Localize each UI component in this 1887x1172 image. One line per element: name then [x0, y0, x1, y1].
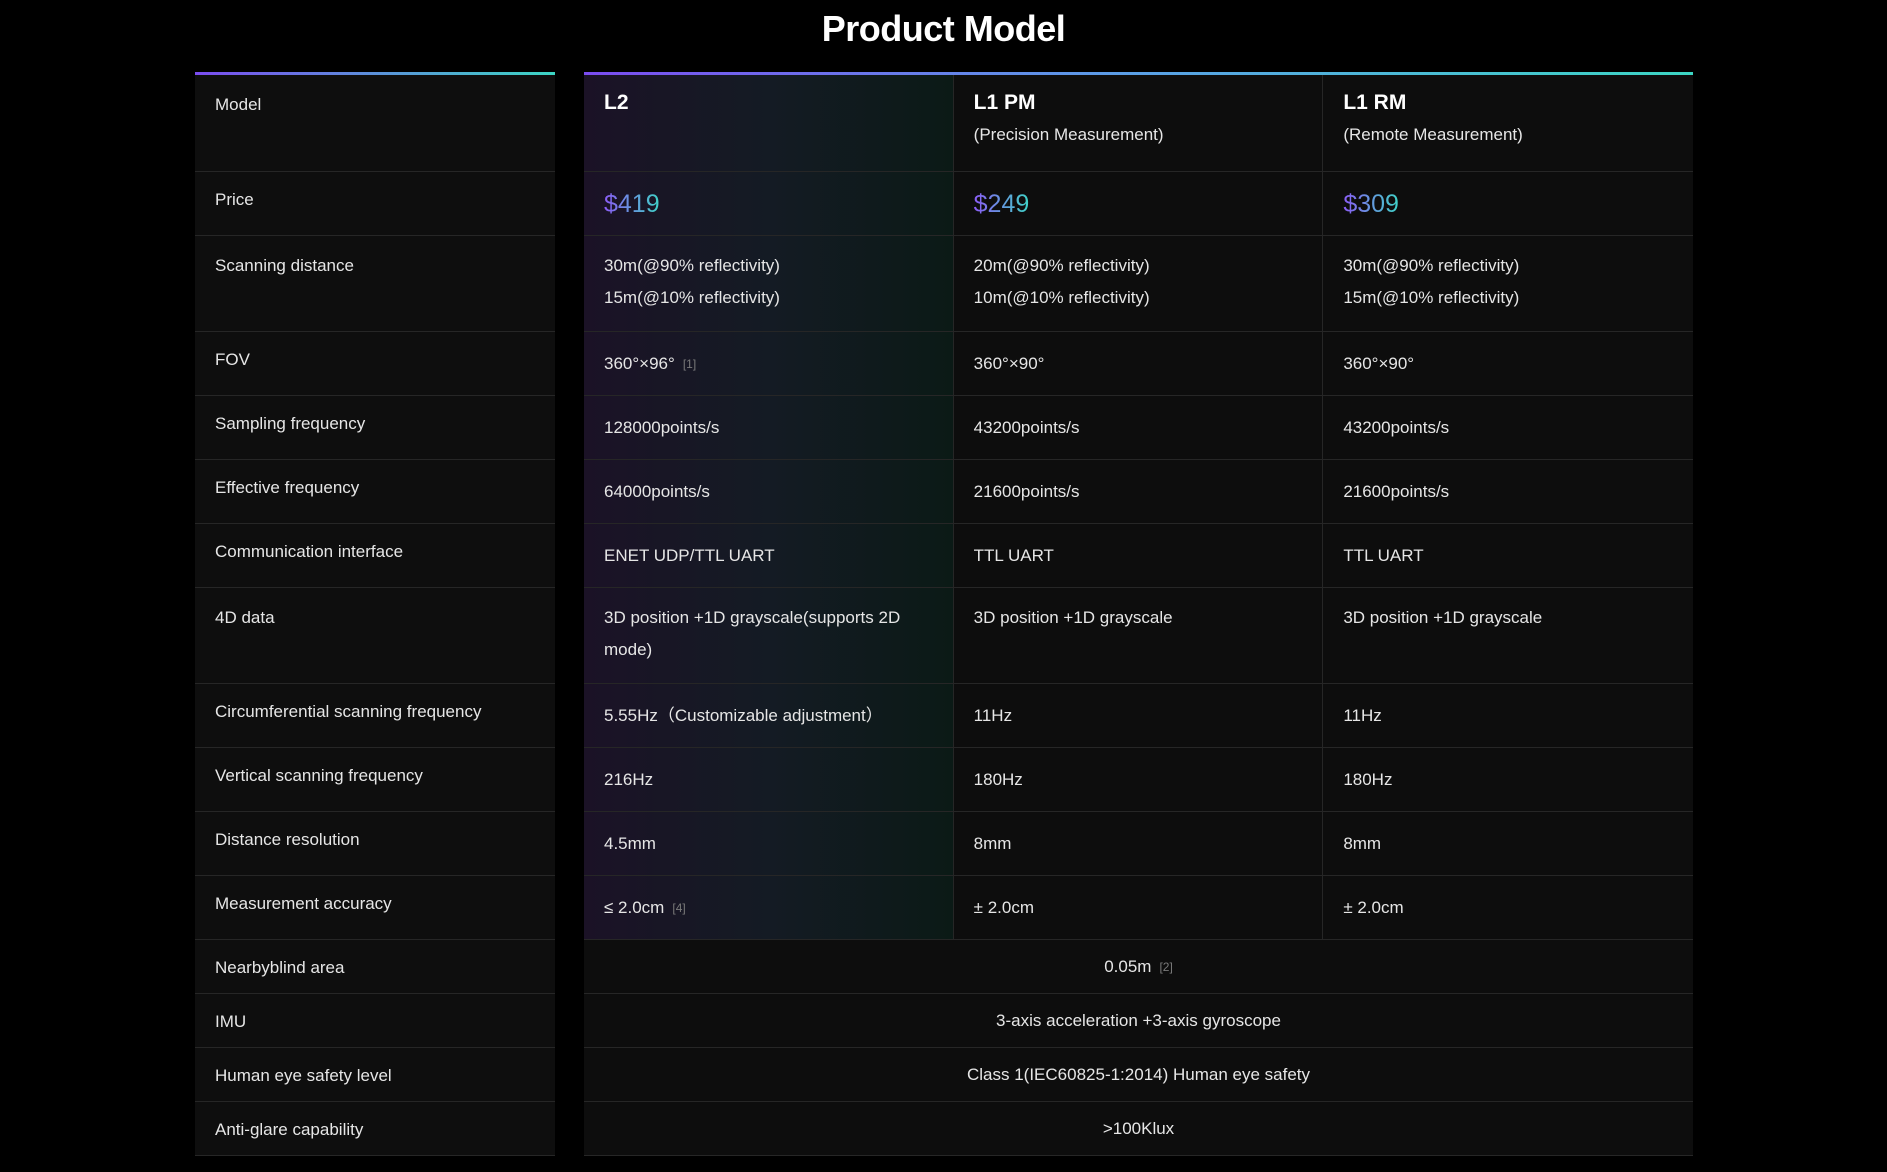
accuracy-value: ± 2.0cm — [1343, 897, 1404, 917]
model-name: L1 PM — [973, 91, 1036, 114]
price-value: $249 — [973, 189, 1030, 218]
table-row: 64000points/s 21600points/s 21600points/… — [584, 460, 1693, 524]
scan-distance-cell: 20m(@90% reflectivity) 10m(@10% reflecti… — [953, 236, 1324, 331]
accuracy-cell: ± 2.0cm — [1323, 876, 1693, 939]
label-circumferential-frequency: Circumferential scanning frequency — [195, 684, 555, 747]
table-row: 5.55Hz（Customizable adjustment） 11Hz 11H… — [584, 684, 1693, 748]
accuracy-cell: ± 2.0cm — [953, 876, 1324, 939]
label-measurement-accuracy: Measurement accuracy — [195, 876, 555, 939]
table-row: $419 $249 $309 — [584, 172, 1693, 236]
price-value: $419 — [604, 189, 660, 218]
model-subtitle: (Remote Measurement) — [1343, 125, 1523, 144]
label-distance-resolution: Distance resolution — [195, 812, 555, 875]
label-communication-interface: Communication interface — [195, 524, 555, 587]
blind-area-cell: 0.05m [2] — [584, 940, 1693, 993]
label-model: Model — [195, 75, 555, 171]
scan-distance-cell: 30m(@90% reflectivity) 15m(@10% reflecti… — [1323, 236, 1693, 331]
label-eye-safety: Human eye safety level — [195, 1048, 555, 1101]
label-imu: IMU — [195, 994, 555, 1047]
4d-data-cell: 3D position +1D grayscale — [1323, 588, 1693, 683]
model-cell-l1pm: L1 PM (Precision Measurement) — [953, 75, 1324, 171]
table-row: ≤ 2.0cm [4] ± 2.0cm ± 2.0cm — [584, 876, 1693, 940]
footnote-link[interactable]: [2] — [1159, 951, 1172, 983]
scan-distance-line: 30m(@90% reflectivity) — [604, 256, 780, 275]
price-value: $309 — [1343, 189, 1399, 218]
label-anti-glare: Anti-glare capability — [195, 1102, 555, 1155]
vert-freq-cell: 216Hz — [584, 748, 954, 811]
label-4d-data: 4D data — [195, 588, 555, 683]
sampling-cell: 43200points/s — [1323, 396, 1693, 459]
anti-glare-cell: >100Klux — [584, 1102, 1693, 1155]
price-cell: $419 — [584, 172, 954, 235]
table-row: >100Klux — [584, 1102, 1693, 1156]
vert-freq-cell: 180Hz — [953, 748, 1324, 811]
interface-cell: ENET UDP/TTL UART — [584, 524, 954, 587]
resolution-cell: 8mm — [953, 812, 1324, 875]
scan-distance-line: 10m(@10% reflectivity) — [973, 288, 1150, 307]
fov-cell: 360°×90° — [1323, 332, 1693, 395]
model-cell-l1rm: L1 RM (Remote Measurement) — [1323, 75, 1693, 171]
accuracy-cell: ≤ 2.0cm [4] — [584, 876, 954, 939]
label-fov: FOV — [195, 332, 555, 395]
table-row: ENET UDP/TTL UART TTL UART TTL UART — [584, 524, 1693, 588]
interface-cell: TTL UART — [953, 524, 1324, 587]
label-blind-area: Nearbyblind area — [195, 940, 555, 993]
price-cell: $309 — [1323, 172, 1693, 235]
model-name: L2 — [604, 91, 629, 114]
fov-value: 360°×90° — [973, 353, 1045, 373]
4d-data-cell: 3D position +1D grayscale(supports 2D mo… — [584, 588, 954, 683]
resolution-cell: 4.5mm — [584, 812, 954, 875]
model-comparison-table: L2 L1 PM (Precision Measurement) L1 RM (… — [584, 72, 1693, 1156]
sampling-cell: 43200points/s — [953, 396, 1324, 459]
label-price: Price — [195, 172, 555, 235]
label-vertical-frequency: Vertical scanning frequency — [195, 748, 555, 811]
spec-labels-column: Model Price Scanning distance FOV Sampli… — [195, 72, 555, 1156]
accuracy-value: ± 2.0cm — [973, 897, 1035, 917]
imu-cell: 3-axis acceleration +3-axis gyroscope — [584, 994, 1693, 1047]
scan-distance-line: 15m(@10% reflectivity) — [604, 288, 780, 307]
sampling-cell: 128000points/s — [584, 396, 954, 459]
accuracy-value: ≤ 2.0cm — [604, 897, 665, 917]
table-row: 0.05m [2] — [584, 940, 1693, 994]
blind-area-value: 0.05m — [1104, 956, 1152, 976]
table-row: 128000points/s 43200points/s 43200points… — [584, 396, 1693, 460]
circ-freq-cell: 11Hz — [1323, 684, 1693, 747]
table-row: 30m(@90% reflectivity) 15m(@10% reflecti… — [584, 236, 1693, 332]
fov-value: 360°×90° — [1343, 353, 1415, 373]
table-row: 3-axis acceleration +3-axis gyroscope — [584, 994, 1693, 1048]
table-row: Class 1(IEC60825-1:2014) Human eye safet… — [584, 1048, 1693, 1102]
circ-freq-cell: 11Hz — [953, 684, 1324, 747]
vert-freq-cell: 180Hz — [1323, 748, 1693, 811]
label-effective-frequency: Effective frequency — [195, 460, 555, 523]
footnote-link[interactable]: [4] — [672, 892, 685, 924]
fov-cell: 360°×90° — [953, 332, 1324, 395]
footnote-link[interactable]: [1] — [683, 348, 696, 380]
fov-cell: 360°×96° [1] — [584, 332, 954, 395]
resolution-cell: 8mm — [1323, 812, 1693, 875]
model-cell-l2: L2 — [584, 75, 954, 171]
price-cell: $249 — [953, 172, 1324, 235]
table-row: 360°×96° [1] 360°×90° 360°×90° — [584, 332, 1693, 396]
interface-cell: TTL UART — [1323, 524, 1693, 587]
circ-freq-cell: 5.55Hz（Customizable adjustment） — [584, 684, 954, 747]
page-title: Product Model — [821, 8, 1066, 49]
effective-cell: 21600points/s — [953, 460, 1324, 523]
scan-distance-cell: 30m(@90% reflectivity) 15m(@10% reflecti… — [584, 236, 954, 331]
model-subtitle: (Precision Measurement) — [973, 125, 1164, 144]
4d-data-cell: 3D position +1D grayscale — [953, 588, 1324, 683]
table-row: 216Hz 180Hz 180Hz — [584, 748, 1693, 812]
model-name: L1 RM — [1343, 91, 1407, 114]
table-row: L2 L1 PM (Precision Measurement) L1 RM (… — [584, 75, 1693, 172]
effective-cell: 21600points/s — [1323, 460, 1693, 523]
label-scanning-distance: Scanning distance — [195, 236, 555, 331]
scan-distance-line: 30m(@90% reflectivity) — [1343, 256, 1520, 275]
scan-distance-line: 20m(@90% reflectivity) — [973, 256, 1150, 275]
table-row: 3D position +1D grayscale(supports 2D mo… — [584, 588, 1693, 684]
table-row: 4.5mm 8mm 8mm — [584, 812, 1693, 876]
scan-distance-line: 15m(@10% reflectivity) — [1343, 288, 1520, 307]
effective-cell: 64000points/s — [584, 460, 954, 523]
fov-value: 360°×96° — [604, 353, 675, 373]
label-sampling-frequency: Sampling frequency — [195, 396, 555, 459]
eye-safety-cell: Class 1(IEC60825-1:2014) Human eye safet… — [584, 1048, 1693, 1101]
